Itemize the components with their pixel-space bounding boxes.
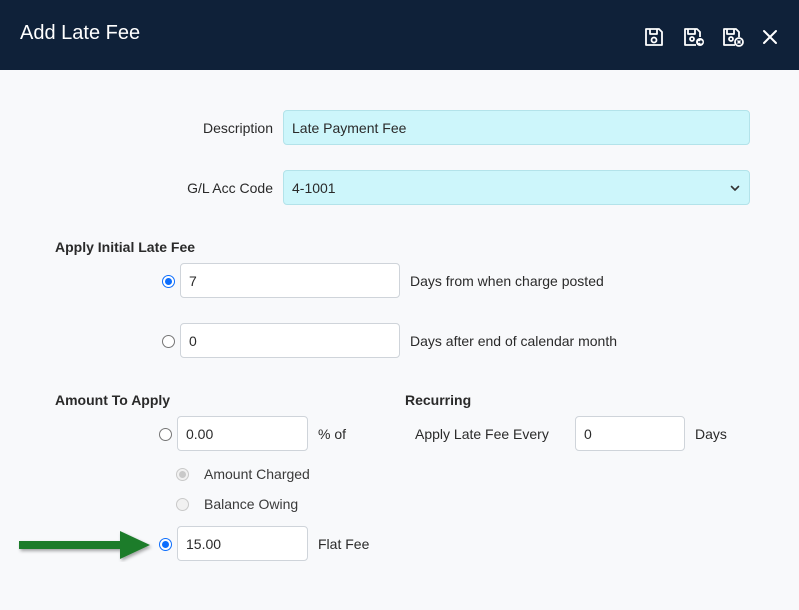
gl-acc-code-value: 4-1001 — [292, 179, 336, 196]
percent-value: 0.00 — [186, 425, 214, 442]
days-after-month-radio[interactable] — [162, 335, 175, 348]
apply-every-field[interactable]: 0 — [575, 416, 685, 451]
days-from-posted-field[interactable]: 7 — [180, 263, 400, 298]
flat-fee-field[interactable]: 15.00 — [177, 526, 308, 561]
days-after-month-field[interactable]: 0 — [180, 323, 400, 358]
days-from-posted-radio[interactable] — [162, 275, 175, 288]
save-icon — [645, 28, 663, 46]
description-label: Description — [202, 120, 273, 136]
dialog-title: Add Late Fee — [20, 22, 141, 44]
percent-radio[interactable] — [159, 428, 172, 441]
gl-acc-code-select[interactable]: 4-1001 — [283, 170, 750, 205]
save-and-new-button[interactable] — [681, 24, 707, 50]
balance-owing-label: Balance Owing — [204, 496, 299, 512]
percent-field[interactable]: 0.00 — [177, 416, 308, 451]
recurring-heading: Recurring — [405, 392, 472, 408]
days-from-posted-value: 7 — [189, 272, 197, 289]
amount-charged-radio[interactable] — [176, 468, 189, 481]
apply-every-value: 0 — [584, 425, 592, 442]
initial-late-fee-heading: Apply Initial Late Fee — [55, 239, 196, 255]
amount-to-apply-heading: Amount To Apply — [55, 392, 171, 408]
flat-fee-label: Flat Fee — [318, 536, 370, 552]
days-unit-label: Days — [695, 426, 727, 442]
close-button[interactable] — [757, 24, 783, 50]
percent-of-label: % of — [318, 426, 347, 442]
balance-owing-radio[interactable] — [176, 498, 189, 511]
save-and-new-icon — [684, 28, 704, 46]
save-and-close-button[interactable] — [720, 24, 746, 50]
days-after-month-value: 0 — [189, 332, 197, 349]
days-from-posted-label: Days from when charge posted — [410, 273, 604, 289]
flat-fee-radio[interactable] — [159, 538, 172, 551]
description-field[interactable]: Late Payment Fee — [283, 110, 750, 145]
description-value: Late Payment Fee — [292, 119, 407, 136]
annotation-arrow-icon — [19, 531, 150, 559]
flat-fee-value: 15.00 — [186, 535, 222, 552]
dialog-header: Add Late Fee — [0, 0, 799, 70]
close-icon — [763, 30, 777, 44]
gl-acc-code-label: G/L Acc Code — [187, 180, 273, 196]
apply-every-label: Apply Late Fee Every — [415, 426, 549, 442]
amount-charged-label: Amount Charged — [204, 466, 310, 482]
days-after-month-label: Days after end of calendar month — [410, 333, 618, 349]
save-button[interactable] — [641, 24, 667, 50]
save-and-close-icon — [723, 28, 744, 47]
chevron-down-icon — [730, 185, 740, 191]
